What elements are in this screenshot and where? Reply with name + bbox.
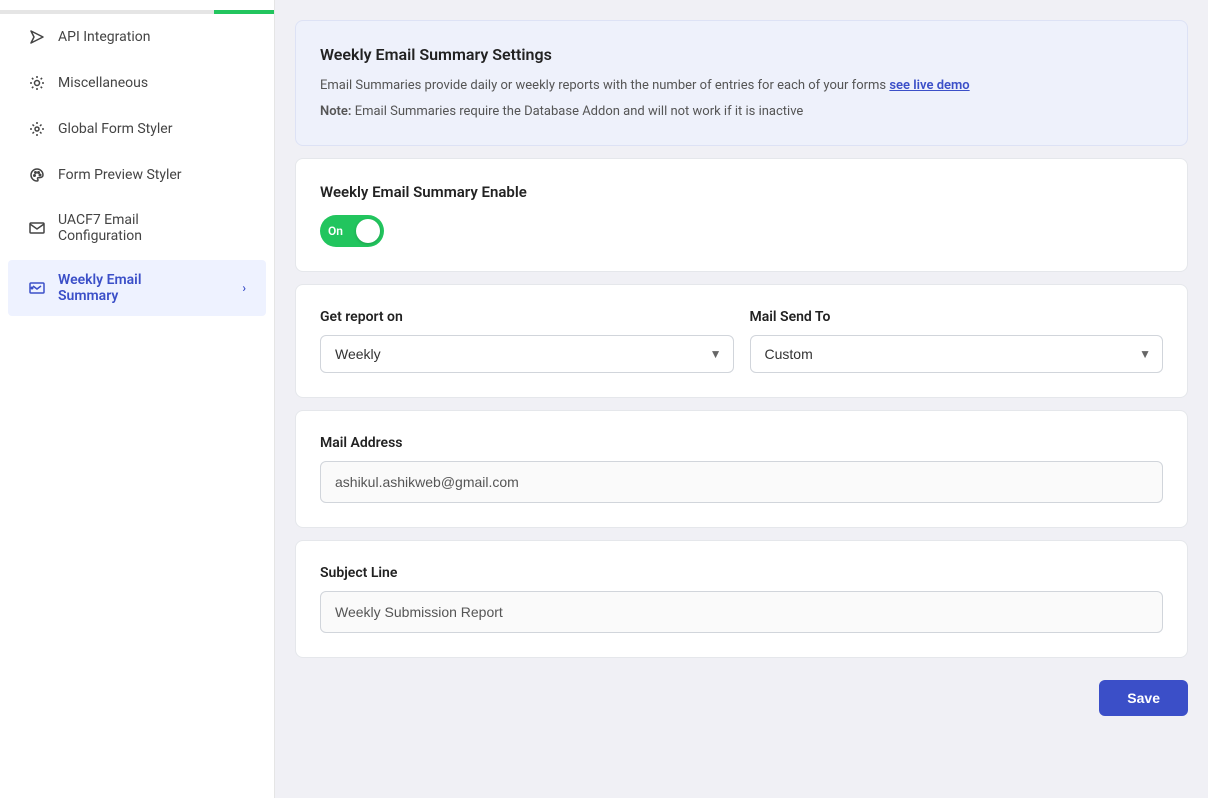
toggle-wrapper: On	[320, 215, 1163, 247]
mail-address-label: Mail Address	[320, 435, 1163, 451]
sidebar-item-global-form-styler[interactable]: Global Form Styler	[8, 108, 266, 150]
mail-send-select[interactable]: Admin Custom	[750, 335, 1164, 373]
email-icon	[28, 219, 46, 237]
subject-line-input[interactable]	[320, 591, 1163, 633]
info-card: Weekly Email Summary Settings Email Summ…	[295, 20, 1188, 146]
note-prefix: Note:	[320, 104, 351, 119]
info-card-desc-text: Email Summaries provide daily or weekly …	[320, 78, 886, 93]
chevron-right-icon: ›	[242, 281, 246, 295]
mail-send-label: Mail Send To	[750, 309, 1164, 325]
sidebar-item-uacf7-email-config-label: UACF7 EmailConfiguration	[58, 212, 142, 244]
save-area: Save	[295, 670, 1188, 726]
info-card-description: Email Summaries provide daily or weekly …	[320, 76, 1163, 96]
mail-address-input[interactable]	[320, 461, 1163, 503]
info-card-note: Note: Email Summaries require the Databa…	[320, 102, 1163, 122]
report-mail-card: Get report on Daily Weekly Monthly ▼ Mai…	[295, 284, 1188, 398]
toggle-knob	[356, 219, 380, 243]
get-report-select-wrapper: Daily Weekly Monthly ▼	[320, 335, 734, 373]
settings-icon	[28, 74, 46, 92]
save-button[interactable]: Save	[1099, 680, 1188, 716]
sidebar-item-api-integration-label: API Integration	[58, 29, 150, 45]
mail-address-card: Mail Address	[295, 410, 1188, 528]
sidebar-item-form-preview-styler-label: Form Preview Styler	[58, 167, 182, 183]
top-bar-progress	[214, 10, 274, 14]
info-card-link[interactable]: see live demo	[889, 78, 969, 93]
sidebar: API Integration Miscellaneous Global For…	[0, 0, 275, 798]
envelope-icon	[28, 279, 46, 297]
report-mail-grid: Get report on Daily Weekly Monthly ▼ Mai…	[320, 309, 1163, 373]
main-content: Weekly Email Summary Settings Email Summ…	[275, 0, 1208, 798]
sidebar-item-form-preview-styler[interactable]: Form Preview Styler	[8, 154, 266, 196]
subject-line-label: Subject Line	[320, 565, 1163, 581]
send-icon	[28, 28, 46, 46]
toggle-switch[interactable]: On	[320, 215, 384, 247]
toggle-section-title: Weekly Email Summary Enable	[320, 183, 1163, 201]
sidebar-item-global-form-styler-label: Global Form Styler	[58, 121, 172, 137]
sidebar-item-uacf7-email-config[interactable]: UACF7 EmailConfiguration	[8, 200, 266, 256]
toggle-label: On	[328, 224, 343, 238]
get-report-label: Get report on	[320, 309, 734, 325]
subject-line-card: Subject Line	[295, 540, 1188, 658]
sidebar-item-miscellaneous[interactable]: Miscellaneous	[8, 62, 266, 104]
sidebar-item-miscellaneous-label: Miscellaneous	[58, 75, 148, 91]
top-bar	[0, 10, 274, 14]
mail-send-field: Mail Send To Admin Custom ▼	[750, 309, 1164, 373]
get-report-select[interactable]: Daily Weekly Monthly	[320, 335, 734, 373]
mail-send-select-wrapper: Admin Custom ▼	[750, 335, 1164, 373]
sidebar-item-weekly-email-summary[interactable]: Weekly EmailSummary ›	[8, 260, 266, 316]
gear-icon	[28, 120, 46, 138]
info-card-title: Weekly Email Summary Settings	[320, 45, 1163, 64]
get-report-field: Get report on Daily Weekly Monthly ▼	[320, 309, 734, 373]
palette-icon	[28, 166, 46, 184]
sidebar-item-api-integration[interactable]: API Integration	[8, 16, 266, 58]
note-text: Email Summaries require the Database Add…	[351, 104, 803, 119]
toggle-section: Weekly Email Summary Enable On	[295, 158, 1188, 272]
sidebar-item-weekly-email-summary-label: Weekly EmailSummary	[58, 272, 141, 304]
